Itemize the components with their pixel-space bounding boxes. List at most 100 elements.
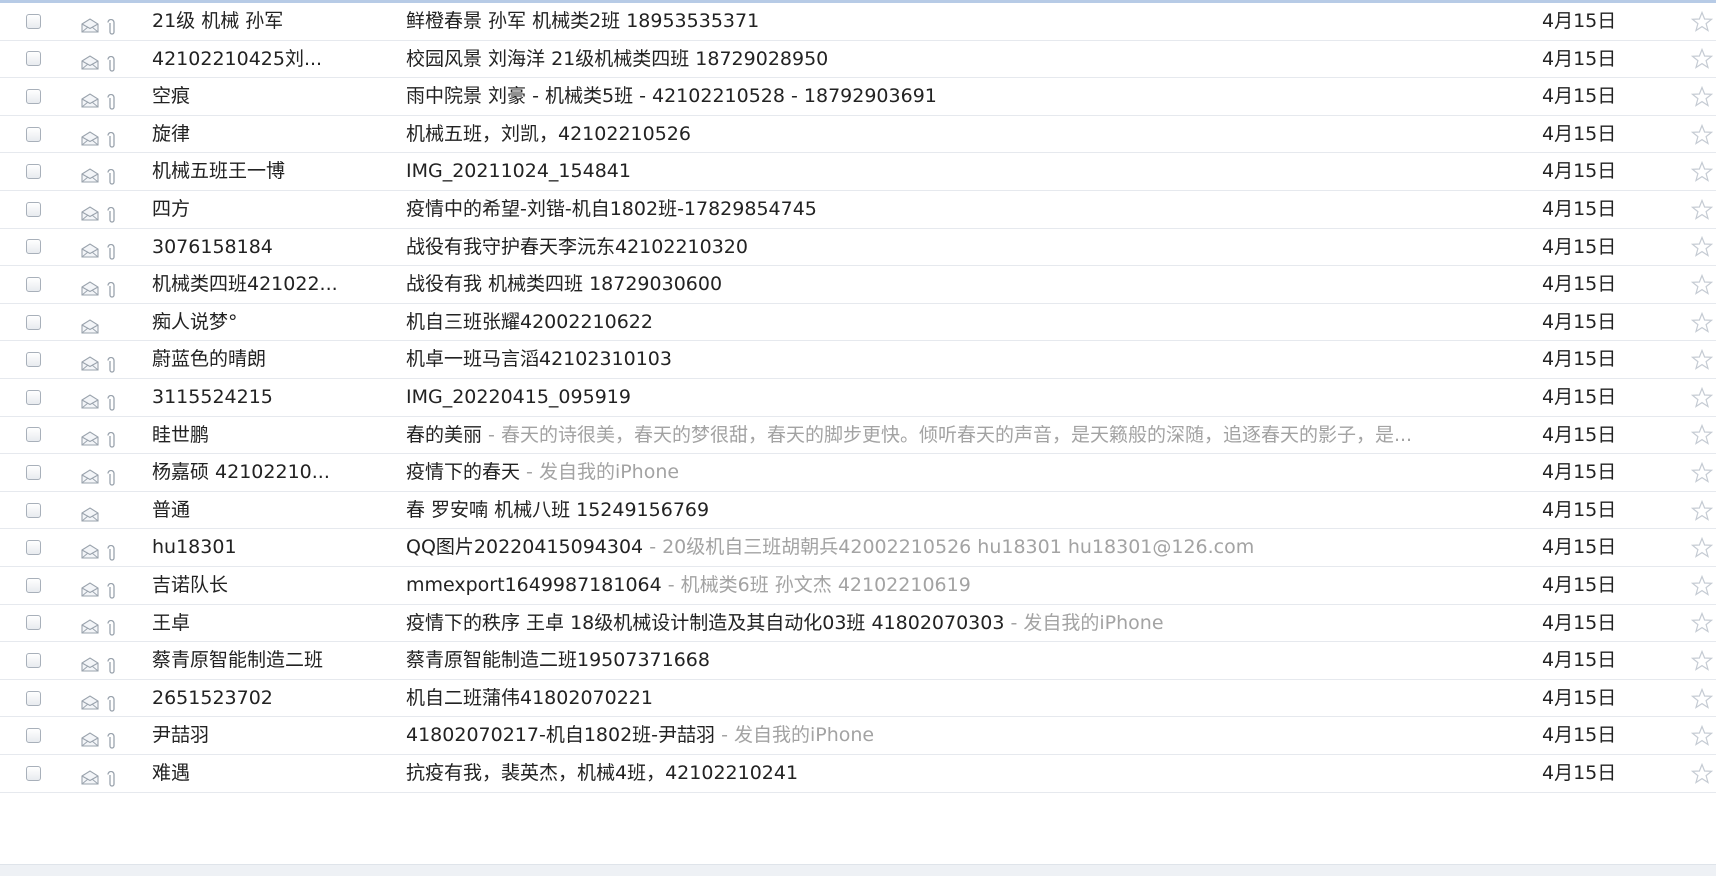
email-row[interactable]: 蔚蓝色的晴朗 机卓一班马言滔42102310103 4月15日: [0, 341, 1716, 379]
row-checkbox[interactable]: [26, 464, 41, 480]
star-cell[interactable]: [1690, 529, 1716, 567]
email-row[interactable]: 普通 春 罗安喃 机械八班 15249156769 4月15日: [0, 492, 1716, 530]
star-outline-icon[interactable]: [1690, 311, 1714, 335]
star-outline-icon[interactable]: [1690, 10, 1714, 34]
email-row[interactable]: 3115524215 IMG_20220415_095919 4月15日: [0, 379, 1716, 417]
star-cell[interactable]: [1690, 153, 1716, 191]
row-checkbox[interactable]: [26, 314, 41, 330]
star-outline-icon[interactable]: [1690, 574, 1714, 598]
email-row[interactable]: 难遇 抗疫有我，裴英杰，机械4班，42102210241 4月15日: [0, 755, 1716, 793]
star-outline-icon[interactable]: [1690, 235, 1714, 259]
row-checkbox[interactable]: [26, 502, 41, 518]
email-row[interactable]: 杨嘉硕 42102210... 疫情下的春天 - 发自我的iPhone 4月15日: [0, 454, 1716, 492]
email-row[interactable]: 机械类四班421022... 战役有我 机械类四班 18729030600 4月15…: [0, 266, 1716, 304]
row-checkbox[interactable]: [26, 13, 41, 29]
star-cell[interactable]: [1690, 379, 1716, 417]
email-row[interactable]: hu18301 QQ图片20220415094304 - 20级机自三班胡朝兵42…: [0, 529, 1716, 567]
star-cell[interactable]: [1690, 454, 1716, 492]
star-cell[interactable]: [1690, 642, 1716, 680]
row-checkbox[interactable]: [26, 389, 41, 405]
email-subject-cell[interactable]: 战役有我 机械类四班 18729030600: [406, 266, 1516, 304]
email-subject-cell[interactable]: 春的美丽 - 春天的诗很美，春天的梦很甜，春天的脚步更快。倾听春天的声音，是天籁…: [406, 417, 1516, 455]
email-row[interactable]: 空痕 雨中院景 刘豪 - 机械类5班 - 42102210528 - 187929…: [0, 78, 1716, 116]
star-cell[interactable]: [1690, 717, 1716, 755]
row-checkbox[interactable]: [26, 352, 41, 368]
email-row[interactable]: 眭世鹏 春的美丽 - 春天的诗很美，春天的梦很甜，春天的脚步更快。倾听春天的声音，…: [0, 417, 1716, 455]
row-checkbox[interactable]: [26, 540, 41, 556]
star-outline-icon[interactable]: [1690, 47, 1714, 71]
star-outline-icon[interactable]: [1690, 423, 1714, 447]
star-outline-icon[interactable]: [1690, 611, 1714, 635]
email-row[interactable]: 吉诺队长 mmexport1649987181064 - 机械类6班 孙文杰 42…: [0, 567, 1716, 605]
email-subject-cell[interactable]: 疫情下的春天 - 发自我的iPhone: [406, 454, 1516, 492]
email-subject-cell[interactable]: 疫情中的希望-刘锴-机自1802班-17829854745: [406, 191, 1516, 229]
row-checkbox[interactable]: [26, 276, 41, 292]
star-cell[interactable]: [1690, 116, 1716, 154]
star-outline-icon[interactable]: [1690, 499, 1714, 523]
star-cell[interactable]: [1690, 680, 1716, 718]
email-subject-cell[interactable]: QQ图片20220415094304 - 20级机自三班胡朝兵420022105…: [406, 529, 1516, 567]
email-subject-cell[interactable]: 春 罗安喃 机械八班 15249156769: [406, 492, 1516, 530]
star-outline-icon[interactable]: [1690, 85, 1714, 109]
star-cell[interactable]: [1690, 229, 1716, 267]
email-row[interactable]: 2651523702 机自二班蒲伟41802070221 4月15日: [0, 680, 1716, 718]
star-cell[interactable]: [1690, 304, 1716, 342]
star-cell[interactable]: [1690, 78, 1716, 116]
row-checkbox[interactable]: [26, 427, 41, 443]
row-checkbox[interactable]: [26, 164, 41, 180]
star-cell[interactable]: [1690, 417, 1716, 455]
email-subject-cell[interactable]: IMG_20220415_095919: [406, 379, 1516, 417]
star-outline-icon[interactable]: [1690, 724, 1714, 748]
email-row[interactable]: 机械五班王一博 IMG_20211024_154841 4月15日: [0, 153, 1716, 191]
row-checkbox[interactable]: [26, 765, 41, 781]
row-checkbox[interactable]: [26, 690, 41, 706]
star-cell[interactable]: [1690, 3, 1716, 41]
star-outline-icon[interactable]: [1690, 160, 1714, 184]
row-checkbox[interactable]: [26, 126, 41, 142]
star-cell[interactable]: [1690, 341, 1716, 379]
email-subject-cell[interactable]: 雨中院景 刘豪 - 机械类5班 - 42102210528 - 18792903…: [406, 78, 1516, 116]
star-cell[interactable]: [1690, 755, 1716, 793]
star-outline-icon[interactable]: [1690, 536, 1714, 560]
star-cell[interactable]: [1690, 41, 1716, 79]
email-row[interactable]: 旋律 机械五班，刘凯，42102210526 4月15日: [0, 116, 1716, 154]
star-outline-icon[interactable]: [1690, 386, 1714, 410]
row-checkbox[interactable]: [26, 88, 41, 104]
star-cell[interactable]: [1690, 605, 1716, 643]
row-checkbox[interactable]: [26, 615, 41, 631]
email-subject-cell[interactable]: 41802070217-机自1802班-尹喆羽 - 发自我的iPhone: [406, 717, 1516, 755]
email-subject-cell[interactable]: 鲜橙春景 孙军 机械类2班 18953535371: [406, 3, 1516, 41]
star-cell[interactable]: [1690, 191, 1716, 229]
row-checkbox[interactable]: [26, 577, 41, 593]
email-subject-cell[interactable]: 战役有我守护春天李沅东42102210320: [406, 229, 1516, 267]
star-outline-icon[interactable]: [1690, 649, 1714, 673]
email-subject-cell[interactable]: mmexport1649987181064 - 机械类6班 孙文杰 421022…: [406, 567, 1516, 605]
star-outline-icon[interactable]: [1690, 273, 1714, 297]
email-subject-cell[interactable]: 机械五班，刘凯，42102210526: [406, 116, 1516, 154]
email-row[interactable]: 21级 机械 孙军 鲜橙春景 孙军 机械类2班 18953535371 4月15日: [0, 3, 1716, 41]
email-row[interactable]: 四方 疫情中的希望-刘锴-机自1802班-17829854745 4月15日: [0, 191, 1716, 229]
star-cell[interactable]: [1690, 266, 1716, 304]
email-row[interactable]: 3076158184 战役有我守护春天李沅东42102210320 4月15日: [0, 229, 1716, 267]
star-outline-icon[interactable]: [1690, 762, 1714, 786]
star-outline-icon[interactable]: [1690, 198, 1714, 222]
email-row[interactable]: 痴人说梦° 机自三班张耀42002210622 4月15日: [0, 304, 1716, 342]
email-row[interactable]: 蔡青原智能制造二班 蔡青原智能制造二班19507371668 4月15日: [0, 642, 1716, 680]
row-checkbox[interactable]: [26, 51, 41, 67]
email-subject-cell[interactable]: 抗疫有我，裴英杰，机械4班，42102210241: [406, 755, 1516, 793]
email-subject-cell[interactable]: 机自三班张耀42002210622: [406, 304, 1516, 342]
email-subject-cell[interactable]: 蔡青原智能制造二班19507371668: [406, 642, 1516, 680]
star-cell[interactable]: [1690, 492, 1716, 530]
email-subject-cell[interactable]: 疫情下的秩序 王卓 18级机械设计制造及其自动化03班 41802070303 …: [406, 605, 1516, 643]
row-checkbox[interactable]: [26, 239, 41, 255]
row-checkbox[interactable]: [26, 728, 41, 744]
row-checkbox[interactable]: [26, 201, 41, 217]
star-outline-icon[interactable]: [1690, 123, 1714, 147]
email-subject-cell[interactable]: 机卓一班马言滔42102310103: [406, 341, 1516, 379]
row-checkbox[interactable]: [26, 652, 41, 668]
star-outline-icon[interactable]: [1690, 461, 1714, 485]
email-subject-cell[interactable]: IMG_20211024_154841: [406, 153, 1516, 191]
star-cell[interactable]: [1690, 567, 1716, 605]
email-row[interactable]: 尹喆羽 41802070217-机自1802班-尹喆羽 - 发自我的iPhone 4…: [0, 717, 1716, 755]
email-subject-cell[interactable]: 机自二班蒲伟41802070221: [406, 680, 1516, 718]
